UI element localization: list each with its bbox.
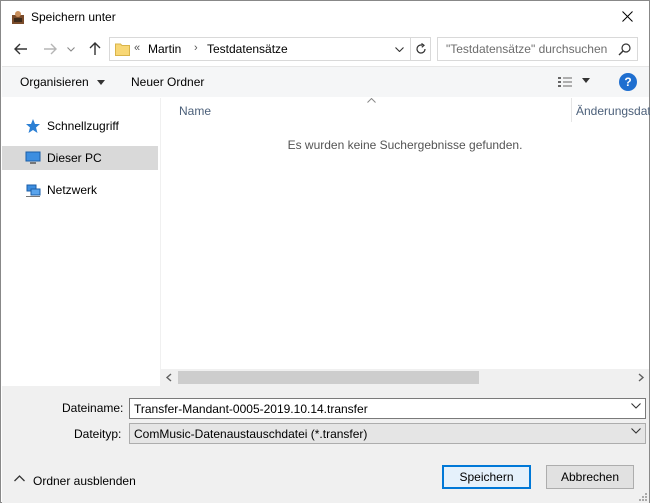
horizontal-scrollbar[interactable] (161, 369, 649, 386)
organize-label: Organisieren (20, 75, 89, 89)
command-bar: Organisieren Neuer Ordner ? (2, 66, 649, 97)
scrollbar-thumb[interactable] (178, 371, 479, 384)
close-icon (621, 11, 633, 22)
filetype-select[interactable]: ComMusic-Datenaustauschdatei (*.transfer… (129, 423, 646, 444)
search-icon (618, 43, 631, 56)
chevron-down-icon (631, 428, 641, 434)
save-form: Dateiname: Transfer-Mandant-0005-2019.10… (2, 386, 649, 503)
recent-locations-button[interactable] (64, 38, 78, 60)
search-input[interactable]: "Testdatensätze" durchsuchen (437, 37, 638, 61)
filename-value: Transfer-Mandant-0005-2019.10.14.transfe… (134, 402, 368, 416)
address-bar[interactable]: « Martin › Testdatensätze (109, 37, 431, 61)
filename-field[interactable]: Transfer-Mandant-0005-2019.10.14.transfe… (129, 398, 646, 419)
chevron-down-icon (395, 46, 404, 52)
star-icon (26, 119, 40, 133)
folder-icon (115, 43, 130, 56)
column-separator[interactable] (571, 98, 572, 122)
up-button[interactable] (84, 38, 106, 60)
search-placeholder: "Testdatensätze" durchsuchen (446, 42, 608, 56)
address-dropdown-button[interactable] (389, 38, 409, 60)
column-header-name[interactable]: Name (179, 104, 211, 118)
close-button[interactable] (605, 1, 649, 32)
file-list[interactable]: Name Änderungsdatum Es wurden keine Such… (161, 98, 650, 386)
cancel-button[interactable]: Abbrechen (546, 465, 634, 489)
help-icon[interactable]: ? (619, 73, 637, 91)
nav-item-netzwerk[interactable]: Netzwerk (2, 178, 158, 202)
forward-arrow-icon (44, 43, 57, 55)
forward-button[interactable] (39, 38, 61, 60)
empty-results-message: Es wurden keine Suchergebnisse gefunden. (287, 138, 523, 152)
nav-label: Dieser PC (47, 151, 102, 165)
view-options-icon[interactable] (557, 75, 573, 89)
navigation-pane: Schnellzugriff Dieser PC Netzwerk (2, 98, 160, 386)
up-arrow-icon (89, 42, 101, 55)
filename-label: Dateiname: (62, 401, 124, 415)
resize-grip-icon[interactable] (637, 491, 647, 501)
filetype-value: ComMusic-Datenaustauschdatei (*.transfer… (134, 427, 368, 441)
chevron-down-icon[interactable] (631, 403, 641, 409)
sort-ascending-icon (367, 98, 376, 103)
refresh-button[interactable] (410, 38, 430, 60)
refresh-icon (415, 43, 426, 54)
breadcrumb-martin[interactable]: Martin (148, 42, 181, 56)
view-dropdown-icon[interactable] (582, 78, 590, 83)
new-folder-button[interactable]: Neuer Ordner (131, 75, 204, 89)
nav-label: Netzwerk (47, 183, 98, 197)
nav-label: Schnellzugriff (47, 119, 119, 133)
window-title: Speichern unter (31, 10, 116, 24)
save-button[interactable]: Speichern (442, 465, 531, 489)
breadcrumb-testdatensaetze[interactable]: Testdatensätze (207, 42, 288, 56)
scroll-right-icon[interactable] (635, 371, 647, 384)
nav-item-dieser-pc[interactable]: Dieser PC (2, 146, 158, 170)
back-arrow-icon (14, 43, 27, 55)
filetype-label: Dateityp: (74, 427, 122, 441)
chevron-down-icon (97, 80, 106, 86)
breadcrumb-separator: › (194, 42, 198, 54)
nav-item-schnellzugriff[interactable]: Schnellzugriff (2, 114, 158, 138)
computer-icon (25, 151, 41, 164)
breadcrumb-overflow[interactable]: « (134, 42, 140, 54)
back-button[interactable] (10, 38, 32, 60)
scroll-left-icon[interactable] (163, 371, 175, 384)
hide-folders-label: Ordner ausblenden (33, 474, 136, 488)
network-icon (26, 184, 41, 197)
title-bar: Speichern unter (1, 1, 649, 33)
save-as-dialog: Speichern unter « Martin › Testdatensätz… (0, 0, 650, 503)
organize-button[interactable]: Organisieren (20, 75, 106, 89)
chevron-down-icon (67, 46, 75, 52)
chevron-up-icon (14, 475, 25, 482)
app-icon (12, 11, 24, 24)
column-header-date[interactable]: Änderungsdatum (576, 104, 650, 118)
